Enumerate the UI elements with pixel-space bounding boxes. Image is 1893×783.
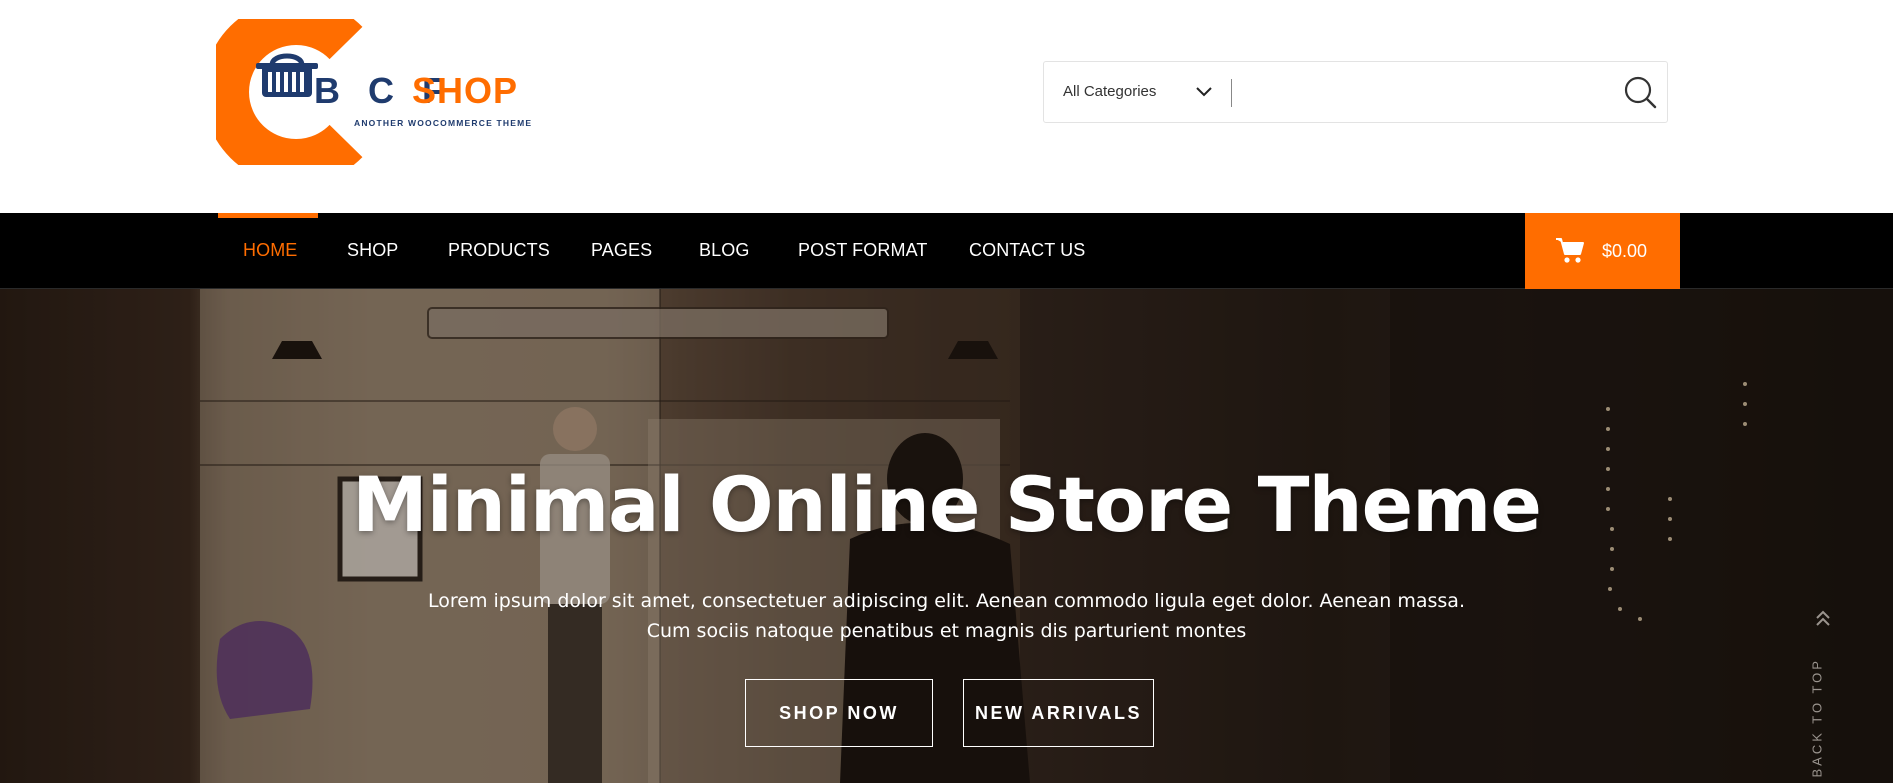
- hero-subtitle-line-1: Lorem ipsum dolor sit amet, consectetuer…: [428, 590, 1465, 612]
- category-select-value: All Categories: [1063, 83, 1157, 100]
- hero-title: Minimal Online Store Theme: [352, 460, 1542, 549]
- nav-item-home[interactable]: HOME: [243, 240, 297, 261]
- double-chevron-up-icon: [1816, 610, 1830, 626]
- back-to-top-button[interactable]: BACK TO TOP: [1808, 609, 1838, 778]
- search-icon: [1624, 76, 1657, 109]
- new-arrivals-button[interactable]: NEW ARRIVALS: [963, 679, 1154, 747]
- cart-button[interactable]: $0.00: [1525, 213, 1680, 289]
- hero-subtitle-line-2: Cum sociis natoque penatibus et magnis d…: [646, 620, 1247, 642]
- search-button[interactable]: [1620, 73, 1660, 113]
- nav-item-products[interactable]: PRODUCTS: [448, 240, 550, 261]
- nav-item-pages[interactable]: PAGES: [591, 240, 652, 261]
- site-header: B C F SHOP ANOTHER WOOCOMMERCE THEME All…: [0, 0, 1893, 213]
- search-divider: [1231, 79, 1232, 107]
- hero-slider: Minimal Online Store Theme Lorem ipsum d…: [0, 289, 1893, 783]
- site-logo[interactable]: B C F SHOP ANOTHER WOOCOMMERCE THEME: [216, 19, 536, 165]
- nav-item-blog[interactable]: BLOG: [699, 240, 749, 261]
- nav-item-shop[interactable]: SHOP: [347, 240, 398, 261]
- hero-subtitle: Lorem ipsum dolor sit amet, consectetuer…: [0, 586, 1893, 646]
- search-input[interactable]: [1236, 66, 1611, 118]
- category-select[interactable]: All Categories: [1044, 62, 1234, 122]
- chevron-down-icon: [1196, 87, 1212, 97]
- main-navigation: HOME SHOP PRODUCTS PAGES BLOG POST FORMA…: [0, 213, 1893, 289]
- shopping-basket-icon: [256, 53, 318, 97]
- logo-tagline: ANOTHER WOOCOMMERCE THEME: [354, 118, 533, 128]
- nav-item-contact-us[interactable]: CONTACT US: [969, 240, 1085, 261]
- back-to-top-label: BACK TO TOP: [1809, 658, 1825, 778]
- cart-icon: [1556, 238, 1584, 263]
- nav-active-indicator: [218, 213, 318, 218]
- cart-total: $0.00: [1602, 241, 1648, 261]
- product-search-form: All Categories: [1043, 61, 1668, 123]
- shop-now-button[interactable]: SHOP NOW: [745, 679, 933, 747]
- logo-brand-shop: SHOP: [412, 70, 519, 111]
- nav-item-post-format[interactable]: POST FORMAT: [798, 240, 927, 261]
